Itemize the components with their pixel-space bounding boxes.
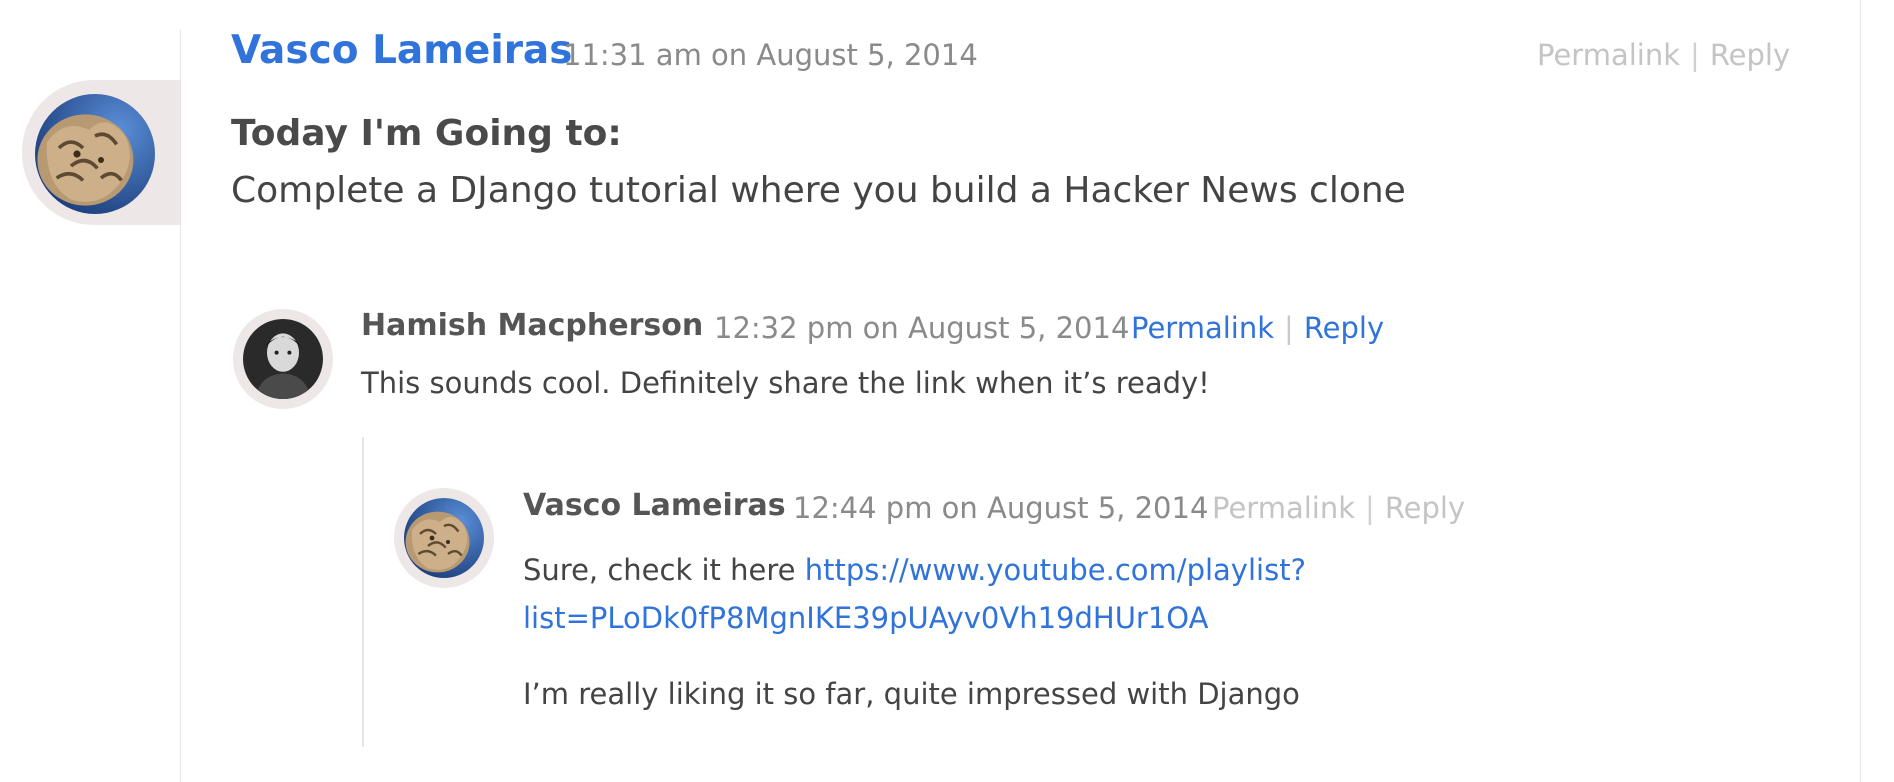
comment-timestamp[interactable]: 12:32 pm on August 5, 2014	[714, 311, 1129, 345]
reply-timestamp[interactable]: 12:44 pm on August 5, 2014	[793, 491, 1208, 525]
action-separator: |	[1365, 491, 1375, 525]
playlist-link-line1: https://www.youtube.com/playlist?	[804, 553, 1306, 587]
post-timestamp[interactable]: 11:31 am on August 5, 2014	[563, 38, 978, 72]
person-photo-avatar-icon[interactable]	[243, 319, 323, 399]
reply-author[interactable]: Vasco Lameiras	[523, 488, 786, 523]
post-heading: Today I'm Going to:	[231, 113, 622, 154]
post-permalink-link[interactable]: Permalink	[1537, 38, 1680, 72]
reply-actions: Permalink | Reply	[1212, 491, 1465, 525]
reply-permalink-link[interactable]: Permalink	[1212, 491, 1355, 525]
comment-thread: Vasco Lameiras 11:31 am on August 5, 201…	[0, 0, 1894, 782]
playlist-link-line2: list=PLoDk0fP8MgnIKE39pUAyv0Vh19dHUr1OA	[523, 601, 1209, 635]
action-separator: |	[1690, 38, 1700, 72]
lion-statue-avatar-icon[interactable]	[404, 498, 484, 578]
post-actions: Permalink | Reply	[1537, 38, 1790, 72]
comment-author[interactable]: Hamish Macpherson	[361, 308, 703, 343]
reply-text: Sure, check it here https://www.youtube.…	[523, 546, 1423, 642]
comment-reply-link[interactable]: Reply	[1304, 311, 1384, 345]
comment-actions: Permalink | Reply	[1131, 311, 1384, 345]
thread-right-border	[1860, 0, 1861, 782]
thread-left-border	[180, 30, 181, 782]
nested-reply-line	[362, 437, 364, 747]
post-author-link[interactable]: Vasco Lameiras	[231, 28, 572, 73]
reply-text-second-paragraph: I’m really liking it so far, quite impre…	[523, 677, 1300, 711]
reply-reply-link[interactable]: Reply	[1385, 491, 1465, 525]
post-reply-link[interactable]: Reply	[1710, 38, 1790, 72]
action-separator: |	[1284, 311, 1294, 345]
post-goal-text: Complete a DJango tutorial where you bui…	[231, 170, 1406, 211]
reply-text-prefix: Sure, check it here	[523, 553, 805, 587]
comment-text: This sounds cool. Definitely share the l…	[361, 366, 1210, 400]
lion-statue-avatar-icon[interactable]	[35, 94, 155, 214]
comment-permalink-link[interactable]: Permalink	[1131, 311, 1274, 345]
